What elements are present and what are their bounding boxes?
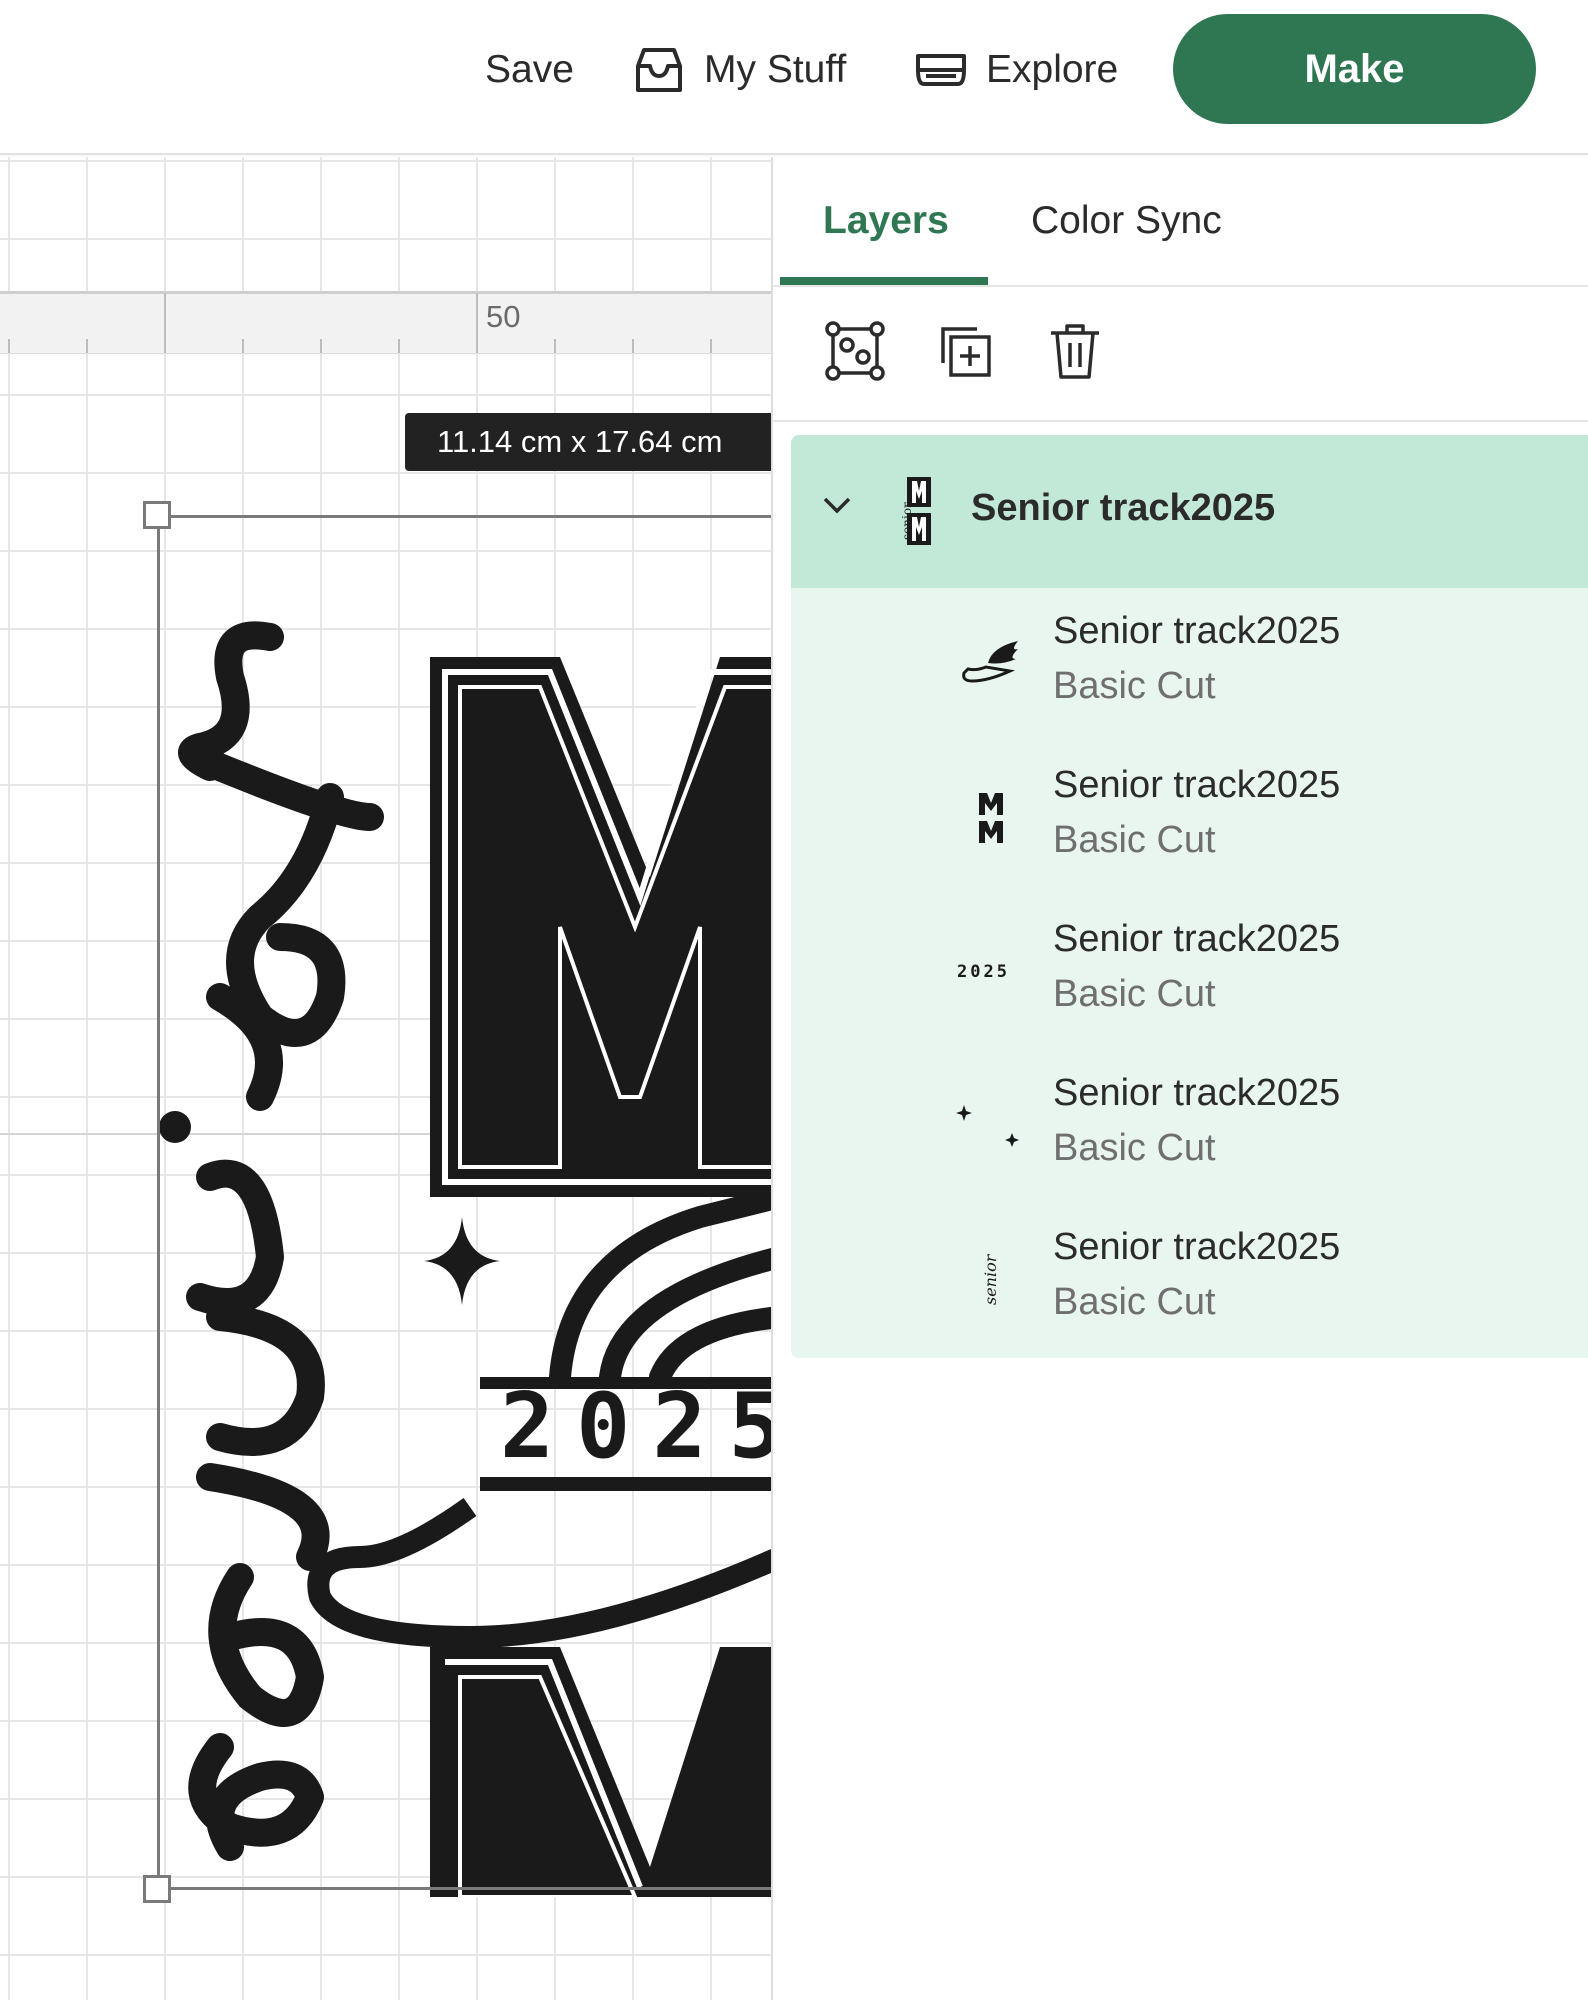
layer-group-header[interactable]: senior Senior track2025: [791, 435, 1588, 588]
layer-row-year[interactable]: 2025 Senior track2025 Basic Cut: [791, 896, 1588, 1050]
layer-operation: Basic Cut: [1053, 819, 1216, 861]
make-button[interactable]: Make: [1173, 14, 1536, 124]
dimensions-text: 11.14 cm x 17.64 cm: [437, 424, 723, 459]
layer-thumbnail: [951, 613, 1031, 713]
save-button[interactable]: Save: [485, 40, 574, 100]
tab-layers[interactable]: Layers: [823, 199, 949, 243]
layer-thumbnail: [951, 1075, 1031, 1175]
design-canvas[interactable]: 50 11.14 cm x 17.64 cm 2025: [0, 157, 771, 2000]
inbox-icon: [636, 48, 682, 92]
chevron-down-icon[interactable]: [821, 493, 853, 517]
layer-operation: Basic Cut: [1053, 1127, 1216, 1169]
layer-thumbnail: 2025: [951, 921, 1031, 1021]
active-tab-indicator: [780, 277, 988, 285]
layer-row-senior-script[interactable]: senior Senior track2025 Basic Cut: [791, 1204, 1588, 1358]
dimensions-label: 11.14 cm x 17.64 cm: [405, 413, 771, 471]
layer-name: Senior track2025: [1053, 918, 1341, 960]
horizontal-ruler: 50: [0, 291, 771, 354]
ruler-label: 50: [486, 299, 521, 334]
layers-toolbar: [773, 287, 1588, 422]
explore-label: Explore: [986, 48, 1119, 91]
year-icon: 2025: [957, 962, 1010, 982]
layer-name: Senior track2025: [1053, 1072, 1341, 1114]
layer-row-sparkles[interactable]: Senior track2025 Basic Cut: [791, 1050, 1588, 1204]
resize-handle-bottom-left[interactable]: [143, 1875, 171, 1903]
letter-m-icon: [979, 793, 1003, 843]
layer-thumbnail: [951, 767, 1031, 867]
tab-color-sync[interactable]: Color Sync: [1031, 199, 1222, 243]
my-stuff-button[interactable]: My Stuff: [632, 40, 846, 100]
explore-icon: [916, 54, 966, 86]
layer-name: Senior track2025: [1053, 1226, 1341, 1268]
layer-group-children: Senior track2025 Basic Cut Senior track2…: [791, 588, 1588, 1358]
layer-operation: Basic Cut: [1053, 1281, 1216, 1323]
sparkles-icon: [956, 1105, 1019, 1147]
explore-button[interactable]: Explore: [914, 40, 1118, 100]
duplicate-icon[interactable]: [933, 319, 997, 383]
layer-name: Senior track2025: [1053, 610, 1341, 652]
selection-box: [157, 515, 771, 1890]
winged-shoe-icon: [962, 641, 1018, 683]
layer-name: Senior track2025: [1053, 764, 1341, 806]
group-thumbnail-icon: senior: [900, 477, 931, 545]
layers-panel: Layers Color Sync Senior track2025 Senio…: [771, 157, 1588, 2000]
layer-operation: Basic Cut: [1053, 665, 1216, 707]
layer-thumbnail: senior: [951, 1229, 1031, 1329]
panel-tabs: Layers Color Sync: [773, 157, 1588, 287]
my-stuff-label: My Stuff: [704, 48, 847, 91]
save-label: Save: [485, 48, 574, 91]
layer-row-winged-shoe[interactable]: Senior track2025 Basic Cut: [791, 588, 1588, 742]
layer-row-letter-m[interactable]: Senior track2025 Basic Cut: [791, 742, 1588, 896]
svg-text:2025: 2025: [957, 962, 1010, 982]
delete-icon[interactable]: [1043, 319, 1107, 383]
resize-handle-top-left[interactable]: [143, 501, 171, 529]
svg-text:senior: senior: [981, 1253, 1000, 1305]
make-label: Make: [1304, 46, 1405, 91]
group-icon[interactable]: [823, 319, 887, 383]
layer-operation: Basic Cut: [1053, 973, 1216, 1015]
top-bar: Save My Stuff Explore Make: [0, 0, 1588, 155]
senior-script-icon: senior: [981, 1253, 1000, 1305]
group-title: Senior track2025: [971, 487, 1276, 529]
